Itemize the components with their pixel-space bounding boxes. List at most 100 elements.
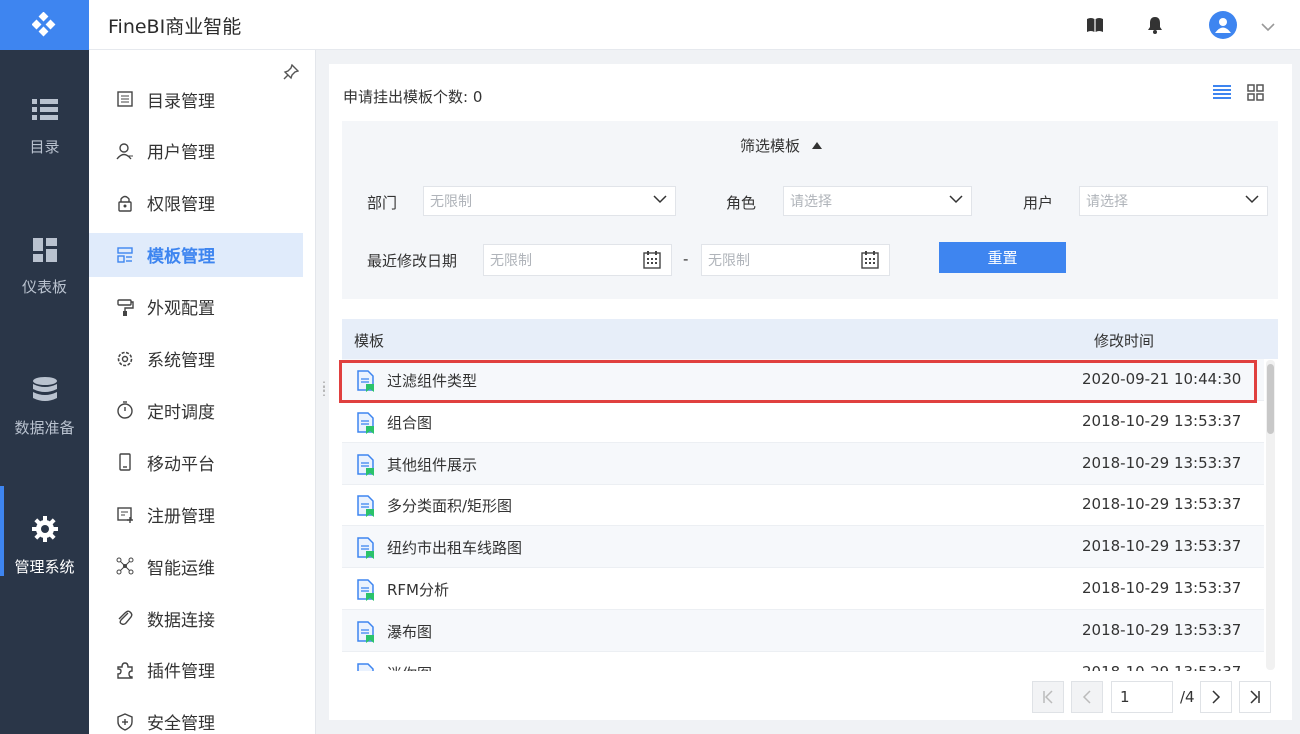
menu-item-paint-roller[interactable]: 外观配置	[89, 285, 303, 329]
grid-view-button[interactable]	[1247, 84, 1264, 105]
menu-item-label: 定时调度	[147, 402, 215, 423]
rail-item-label: 目录	[29, 138, 60, 156]
admin-menu: 目录管理用户管理权限管理模板管理外观配置系统管理定时调度移动平台注册管理智能运维…	[89, 50, 316, 734]
menu-item-lock[interactable]: 权限管理	[89, 181, 303, 225]
rail-item-catalog[interactable]: 目录	[0, 98, 89, 157]
table-row[interactable]: 瀑布图 2018-10-29 13:53:37	[342, 609, 1264, 652]
network-icon	[116, 557, 134, 575]
table-row[interactable]: 过滤组件类型 2020-09-21 10:44:30	[342, 359, 1264, 401]
date-to-value: 无限制	[708, 253, 750, 269]
column-header-template[interactable]: 模板	[354, 330, 384, 351]
reset-button[interactable]: 重置	[939, 242, 1066, 273]
table-row[interactable]: 迷你图 2018-10-29 13:53:37	[342, 652, 1264, 671]
rail-item-data-prep[interactable]: 数据准备	[0, 377, 89, 438]
page-total: /4	[1180, 688, 1195, 706]
paperclip-icon	[116, 609, 134, 627]
menu-item-catalog[interactable]: 目录管理	[89, 77, 303, 121]
table-row[interactable]: 组合图 2018-10-29 13:53:37	[342, 401, 1264, 443]
modified-time: 2018-10-29 13:53:37	[1082, 620, 1242, 639]
menu-item-label: 安全管理	[147, 714, 215, 734]
table-row[interactable]: 纽约市出租车线路图 2018-10-29 13:53:37	[342, 526, 1264, 569]
modified-time: 2018-10-29 13:53:37	[1082, 453, 1242, 472]
menu-item-settings[interactable]: 系统管理	[89, 337, 303, 381]
help-book-button[interactable]	[1085, 15, 1105, 35]
table-row[interactable]: 其他组件展示 2018-10-29 13:53:37	[342, 442, 1264, 485]
logo[interactable]	[0, 0, 89, 50]
table-row[interactable]: RFM分析 2018-10-29 13:53:37	[342, 568, 1264, 610]
database-icon	[32, 377, 57, 401]
menu-item-label: 移动平台	[147, 454, 215, 475]
logo-icon	[31, 12, 55, 37]
template-name: 纽约市出租车线路图	[387, 539, 523, 558]
rail-item-dashboard[interactable]: 仪表板	[0, 238, 89, 297]
menu-item-label: 目录管理	[147, 91, 215, 112]
date-separator: -	[683, 250, 689, 268]
menu-item-puzzle[interactable]: 插件管理	[89, 648, 303, 692]
menu-resize-handle[interactable]: ⋮ ⋮	[318, 380, 330, 397]
date-from-input[interactable]: 无限制	[483, 244, 672, 276]
modified-time: 2018-10-29 13:53:37	[1082, 663, 1241, 671]
app-title: FineBI商业智能	[108, 16, 242, 38]
template-name: RFM分析	[387, 581, 449, 599]
page-number-input[interactable]	[1111, 681, 1173, 713]
shield-icon	[116, 713, 134, 731]
menu-item-label: 用户管理	[147, 143, 215, 164]
department-label: 部门	[367, 194, 398, 212]
user-menu-toggle[interactable]	[1261, 17, 1275, 36]
modified-time: 2018-10-29 13:53:37	[1082, 579, 1242, 597]
menu-item-mobile[interactable]: 移动平台	[89, 440, 303, 484]
stopwatch-icon	[116, 401, 134, 420]
menu-item-paperclip[interactable]: 数据连接	[89, 596, 303, 640]
template-table: 过滤组件类型 2020-09-21 10:44:30 组合图 2018-10-29 1…	[342, 359, 1264, 671]
gear-icon	[31, 516, 58, 542]
column-header-modified[interactable]: 修改时间	[1094, 330, 1154, 351]
table-scrollbar[interactable]	[1266, 360, 1275, 670]
rail-item-label: 仪表板	[21, 278, 67, 296]
menu-item-shield[interactable]: 安全管理	[89, 700, 303, 734]
list-view-button[interactable]	[1213, 84, 1231, 104]
chevron-down-icon	[949, 195, 963, 204]
template-icon	[116, 246, 134, 264]
chevron-down-icon	[1245, 195, 1259, 204]
rail-item-admin[interactable]: 管理系统	[0, 486, 89, 577]
template-file-icon	[357, 370, 374, 392]
next-page-button[interactable]	[1200, 681, 1232, 713]
modified-time: 2018-10-29 13:53:37	[1082, 537, 1242, 556]
prev-page-button[interactable]	[1071, 681, 1103, 713]
menu-item-stopwatch[interactable]: 定时调度	[89, 388, 303, 432]
filter-toggle[interactable]: 筛选模板	[740, 135, 823, 156]
template-file-icon	[357, 621, 374, 643]
department-select[interactable]: 无限制	[423, 186, 676, 216]
template-file-icon	[357, 537, 374, 560]
notification-button[interactable]	[1145, 15, 1165, 35]
menu-item-network[interactable]: 智能运维	[89, 544, 303, 588]
date-to-input[interactable]: 无限制	[701, 244, 890, 276]
filter-toggle-label: 筛选模板	[740, 137, 801, 155]
menu-item-label: 智能运维	[147, 558, 215, 579]
menu-item-template[interactable]: 模板管理	[89, 232, 303, 277]
menu-item-register[interactable]: 注册管理	[89, 492, 303, 536]
user-icon	[116, 142, 134, 160]
menu-item-label: 系统管理	[147, 351, 215, 371]
scrollbar-thumb[interactable]	[1267, 364, 1274, 434]
template-file-icon	[357, 495, 374, 518]
user-select[interactable]: 请选择	[1079, 186, 1268, 216]
user-avatar-icon	[1215, 18, 1231, 33]
first-page-button[interactable]	[1032, 681, 1064, 713]
paint-roller-icon	[116, 298, 134, 316]
role-select[interactable]: 请选择	[783, 186, 972, 216]
chevron-right-icon	[1212, 690, 1221, 704]
menu-item-label: 模板管理	[147, 247, 215, 268]
settings-icon	[116, 350, 134, 368]
book-icon	[1087, 18, 1103, 32]
last-page-button[interactable]	[1239, 681, 1271, 713]
template-file-icon	[357, 662, 374, 671]
filter-panel: 筛选模板 部门 无限制 角色 请选择 用户 请选择 最近修改日期 无限制 - 无…	[342, 121, 1278, 299]
dashboard-icon	[32, 238, 57, 262]
modified-time: 2018-10-29 13:53:37	[1082, 495, 1242, 514]
template-name: 多分类面积/矩形图	[387, 497, 513, 516]
avatar[interactable]	[1209, 11, 1237, 39]
menu-item-user[interactable]: 用户管理	[89, 129, 303, 173]
role-label: 角色	[726, 194, 757, 212]
table-row[interactable]: 多分类面积/矩形图 2018-10-29 13:53:37	[342, 484, 1264, 527]
